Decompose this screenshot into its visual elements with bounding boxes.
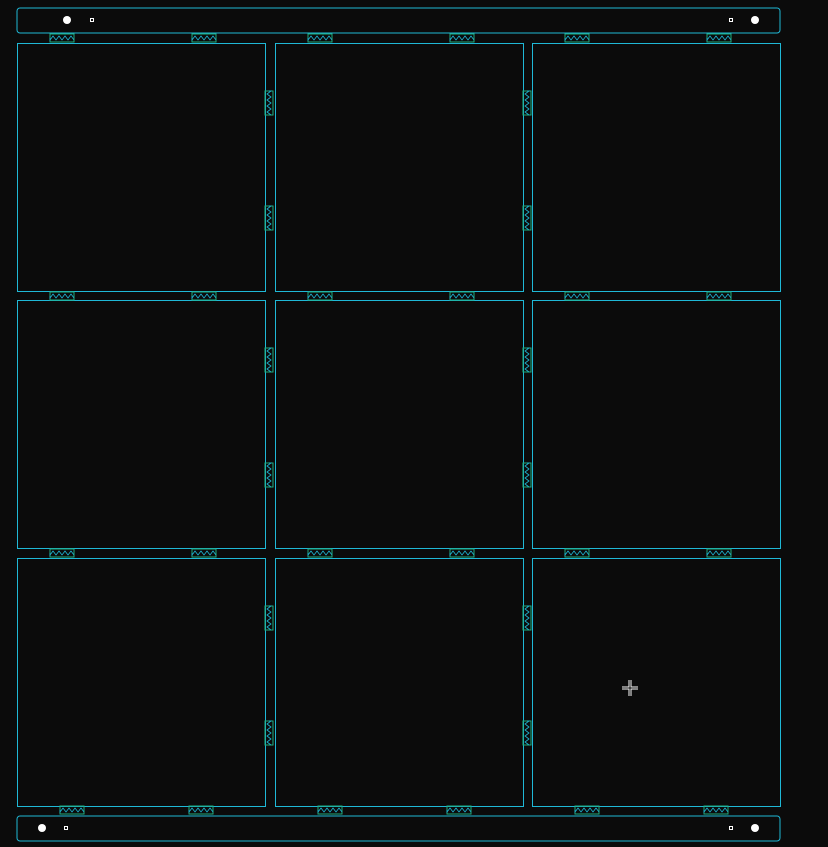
mounting-hole <box>751 824 759 832</box>
mounting-hole <box>38 824 46 832</box>
mounting-hole <box>63 16 71 24</box>
cad-drawing-canvas[interactable] <box>0 0 828 847</box>
mounting-hole <box>751 16 759 24</box>
canvas-background <box>0 0 828 847</box>
